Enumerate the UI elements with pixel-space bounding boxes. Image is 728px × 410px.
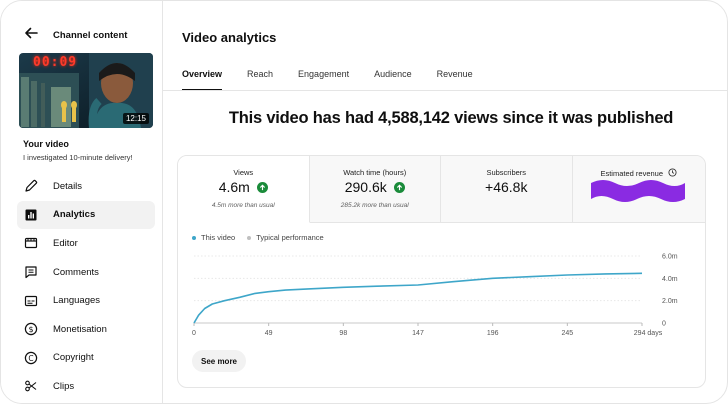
views-headline: This video has had 4,588,142 views since…: [228, 109, 674, 127]
analytics-tabs: Overview Reach Engagement Audience Reven…: [182, 69, 498, 91]
tab-revenue[interactable]: Revenue: [437, 69, 473, 91]
sidebar: Channel content 00:09 12:15 Your video I…: [1, 1, 163, 403]
sidebar-item-comments[interactable]: Comments: [17, 258, 155, 287]
video-duration-badge: 12:15: [122, 113, 149, 124]
stat-estimated-revenue[interactable]: Estimated revenue: [572, 156, 705, 223]
x-tick-label: 147: [412, 330, 424, 337]
legend-dot: [247, 235, 252, 240]
trend-up-icon: [393, 181, 405, 193]
main-content: Video analytics Overview Reach Engagemen…: [163, 1, 727, 403]
svg-text:$: $: [28, 325, 33, 334]
redaction-scribble: [590, 180, 685, 202]
chart-legend: This video Typical performance: [192, 233, 336, 242]
svg-text:C: C: [28, 354, 33, 363]
x-tick-label: 294 days: [634, 330, 663, 337]
legend-item-this-video[interactable]: This video: [192, 233, 235, 242]
sidebar-item-analytics[interactable]: Analytics: [17, 200, 155, 230]
analytics-icon: [24, 208, 38, 222]
thumbnail-clock-text: 00:09: [33, 55, 78, 70]
sidebar-item-label: Monetisation: [53, 323, 107, 335]
channel-content-title: Channel content: [53, 30, 128, 41]
sidebar-item-clips[interactable]: Clips: [17, 372, 155, 401]
back-row: Channel content: [23, 25, 127, 46]
x-tick-label: 0: [192, 330, 196, 337]
sidebar-item-monetisation[interactable]: $ Monetisation: [17, 315, 155, 344]
sidebar-item-copyright[interactable]: C Copyright: [17, 344, 155, 373]
stat-value: 290.6k: [344, 179, 387, 195]
stat-subscribers[interactable]: Subscribers +46.8k: [441, 156, 573, 223]
your-video-label: Your video: [23, 139, 69, 149]
stat-value: 4.6m: [218, 179, 250, 195]
stat-watch-time[interactable]: Watch time (hours) 290.6k 285.2k more th…: [309, 156, 441, 223]
copyright-icon: C: [24, 351, 38, 365]
tab-reach[interactable]: Reach: [247, 69, 273, 91]
editor-icon: [24, 236, 38, 250]
stat-value: +46.8k: [485, 179, 528, 195]
scissors-icon: [24, 379, 38, 393]
legend-label: Typical performance: [256, 233, 324, 242]
sidebar-item-label: Details: [53, 180, 83, 192]
tab-engagement[interactable]: Engagement: [298, 69, 349, 91]
sidebar-item-editor[interactable]: Editor: [17, 229, 155, 258]
stat-value-row: 4.6m: [178, 179, 309, 195]
overview-card: Views 4.6m 4.5m more than usual Watch ti…: [177, 155, 706, 388]
sidebar-item-label: Languages: [53, 295, 101, 307]
stat-note: 285.2k more than usual: [340, 202, 409, 209]
stat-label: Subscribers: [486, 168, 527, 177]
video-thumbnail[interactable]: 00:09 12:15: [19, 53, 153, 128]
x-tick-label: 245: [561, 330, 573, 337]
stats-row: Views 4.6m 4.5m more than usual Watch ti…: [178, 156, 705, 223]
tab-divider: [163, 90, 727, 91]
sidebar-item-label: Comments: [53, 266, 99, 278]
sidebar-item-label: Clips: [53, 380, 75, 392]
stat-label: Views: [233, 168, 254, 177]
video-title: I investigated 10-minute delivery!: [23, 153, 133, 162]
views-chart: 0 2.0m 4.0m 6.0m 0 49 98 147 196 245 294 days: [192, 254, 678, 338]
stat-value-row: 290.6k: [310, 179, 441, 195]
y-tick-label: 6.0m: [662, 254, 678, 261]
y-tick-label: 0: [662, 321, 666, 328]
sidebar-item-languages[interactable]: Languages: [17, 286, 155, 315]
tab-overview[interactable]: Overview: [182, 69, 223, 91]
sidebar-item-details[interactable]: Details: [17, 172, 155, 201]
x-tick-label: 49: [265, 330, 273, 337]
comments-icon: [24, 265, 38, 279]
legend-label: This video: [201, 233, 236, 242]
stat-label: Watch time (hours): [343, 168, 407, 177]
trend-up-icon: [256, 181, 268, 193]
stat-value-row: +46.8k: [441, 179, 572, 195]
page-title: Video analytics: [182, 30, 277, 45]
sidebar-nav: Details Analytics Editor Comments Langua…: [17, 172, 155, 401]
subtitles-icon: [24, 294, 38, 308]
sidebar-item-label: Editor: [53, 237, 78, 249]
x-tick-label: 98: [339, 330, 347, 337]
see-more-button[interactable]: See more: [192, 350, 246, 372]
dollar-icon: $: [24, 322, 38, 336]
sidebar-item-label: Analytics: [53, 209, 96, 221]
stat-note: 4.5m more than usual: [211, 202, 275, 209]
sidebar-item-label: Copyright: [53, 352, 94, 364]
back-arrow-icon[interactable]: [23, 25, 39, 46]
tab-audience[interactable]: Audience: [374, 69, 412, 91]
pencil-icon: [24, 179, 38, 193]
app-window: Channel content 00:09 12:15 Your video I…: [0, 0, 728, 404]
x-tick-label: 196: [487, 330, 499, 337]
y-tick-label: 4.0m: [662, 276, 678, 283]
stat-views[interactable]: Views 4.6m 4.5m more than usual: [178, 156, 310, 223]
y-tick-label: 2.0m: [662, 298, 678, 305]
series-line-this-video[interactable]: [193, 272, 643, 324]
legend-item-typical[interactable]: Typical performance: [247, 233, 324, 242]
legend-dot: [192, 235, 196, 240]
